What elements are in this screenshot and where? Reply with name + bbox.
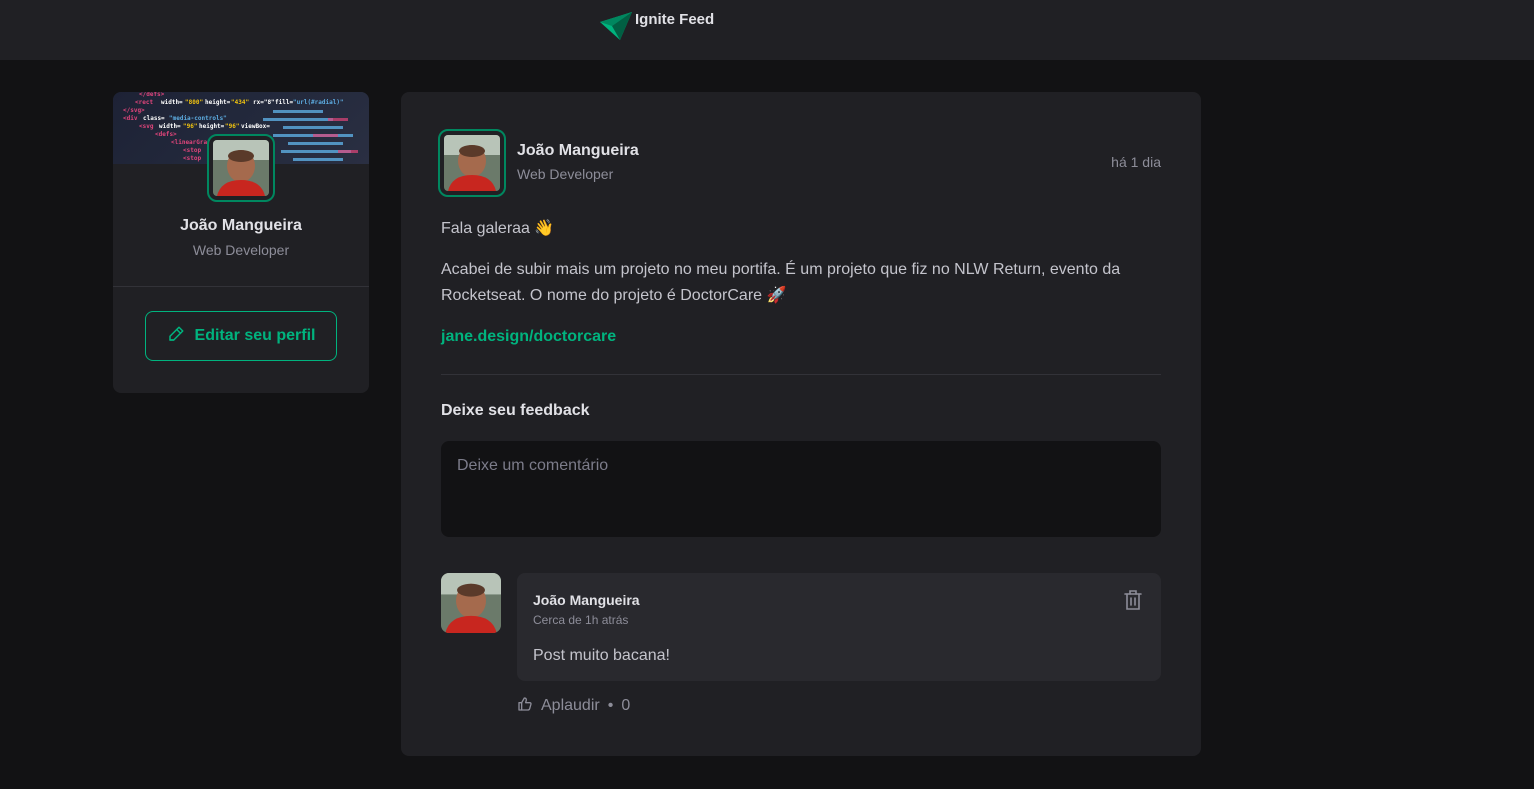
svg-text:rx="8": rx="8" <box>253 99 275 106</box>
profile-sidebar: </defs> <rect width= "800" height= "434" rx="… <box>113 92 369 393</box>
comment-avatar[interactable] <box>441 573 501 633</box>
trash-icon <box>1123 589 1143 614</box>
post-card: João Mangueira Web Developer há 1 dia Fa… <box>401 92 1201 756</box>
top-header: Ignite Feed <box>0 0 1534 60</box>
avatar[interactable] <box>207 134 275 202</box>
svg-text:width=: width= <box>159 123 181 130</box>
post-author-name: João Mangueira <box>517 142 639 159</box>
applaud-button[interactable]: Aplaudir • 0 <box>517 696 630 716</box>
profile-role: Web Developer <box>192 242 290 258</box>
post-author-role: Web Developer <box>517 166 614 182</box>
svg-text:"96": "96" <box>183 123 197 130</box>
applaud-count: 0 <box>621 697 631 714</box>
post-link[interactable]: jane.design/doctorcare <box>441 328 616 345</box>
profile-name: João Mangueira <box>180 217 302 234</box>
svg-text:height=: height= <box>205 99 231 106</box>
brand: Ignite Feed <box>598 8 714 44</box>
thumbs-up-icon <box>517 696 533 717</box>
svg-text:class=: class= <box>143 115 165 122</box>
svg-text:"url(#radial)": "url(#radial)" <box>293 99 344 106</box>
comment-input[interactable] <box>441 441 1161 537</box>
post-paragraph: Acabei de subir mais um projeto no meu p… <box>441 261 1121 304</box>
svg-text:"800": "800" <box>185 99 203 106</box>
edit-profile-label: Editar seu perfil <box>194 327 316 344</box>
comment-time: Cerca de 1h atrás <box>533 613 629 627</box>
svg-text:fill=: fill= <box>275 99 293 106</box>
svg-text:<stop: <stop <box>183 147 201 154</box>
post-time: há 1 dia <box>1111 154 1161 170</box>
svg-text:</defs>: </defs> <box>139 92 165 98</box>
svg-text:<stop: <stop <box>183 155 201 162</box>
svg-text:<div: <div <box>123 115 138 122</box>
svg-text:height=: height= <box>199 123 225 130</box>
svg-text:<linearGrad: <linearGrad <box>171 139 211 146</box>
feedback-title: Deixe seu feedback <box>441 402 590 419</box>
brand-title: Ignite Feed <box>635 11 715 28</box>
comment-box: João Mangueira Cerca de 1h atrás Post mu… <box>517 573 1161 681</box>
svg-text:width=: width= <box>161 99 183 106</box>
applaud-separator: • <box>607 697 614 714</box>
delete-comment-button[interactable] <box>1121 589 1145 613</box>
svg-text:viewBox=: viewBox= <box>241 123 270 130</box>
ignite-logo-icon <box>598 8 634 42</box>
svg-text:"media-controls": "media-controls" <box>169 115 227 122</box>
avatar[interactable] <box>438 129 506 197</box>
comment-author: João Mangueira <box>533 592 640 608</box>
divider <box>113 286 369 287</box>
comment-text: Post muito bacana! <box>533 647 670 664</box>
pencil-icon <box>167 325 185 348</box>
post-content: Fala galeraa 👋 Acabei de subir mais um p… <box>441 216 1161 365</box>
applaud-label: Aplaudir <box>541 697 600 714</box>
svg-text:</svg>: </svg> <box>123 107 145 114</box>
svg-text:<svg: <svg <box>139 123 154 130</box>
svg-text:"96": "96" <box>225 123 239 130</box>
edit-profile-button[interactable]: Editar seu perfil <box>145 311 337 361</box>
post-paragraph: Fala galeraa 👋 <box>441 220 555 237</box>
svg-text:<rect: <rect <box>135 99 153 106</box>
svg-text:<defs>: <defs> <box>155 131 177 138</box>
svg-text:"434": "434" <box>231 99 249 106</box>
divider <box>441 374 1161 375</box>
